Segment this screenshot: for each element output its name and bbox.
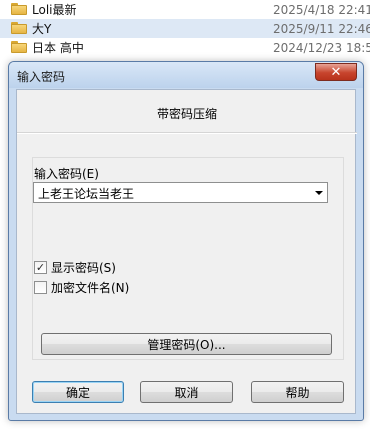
- folder-icon: [11, 3, 27, 15]
- help-button[interactable]: 帮助: [251, 381, 344, 403]
- file-date: 2025/4/18 22:41: [273, 2, 370, 17]
- dialog-heading: 带密码压缩: [156, 107, 217, 121]
- manage-passwords-button[interactable]: 管理密码(O)...: [41, 333, 332, 355]
- encrypt-filenames-option[interactable]: 加密文件名(N): [34, 279, 129, 296]
- file-name: 大Y: [32, 22, 52, 36]
- folder-icon: [11, 22, 27, 34]
- folder-icon: [11, 41, 27, 53]
- password-dialog: 输入密码 ✕ 带密码压缩 输入密码(E) 上老王论坛当老王 ✓ 显示密码(S) …: [8, 61, 364, 421]
- divider: [17, 132, 357, 134]
- encrypt-filenames-checkbox[interactable]: [34, 281, 47, 294]
- file-date: 2024/12/23 18:52: [273, 40, 370, 55]
- file-row-dy[interactable]: 大Y 2025/9/11 22:46: [0, 19, 370, 38]
- chevron-down-icon[interactable]: [315, 191, 323, 195]
- file-row-japan[interactable]: 日本 高中 2024/12/23 18:52: [0, 38, 370, 57]
- password-combobox[interactable]: 上老王论坛当老王: [33, 182, 328, 203]
- show-password-label: 显示密码(S): [51, 261, 116, 275]
- close-button[interactable]: ✕: [315, 63, 357, 81]
- show-password-option[interactable]: ✓ 显示密码(S): [34, 259, 116, 276]
- ok-button[interactable]: 确定: [32, 381, 124, 403]
- file-row-loli[interactable]: Loli最新 2025/4/18 22:41: [0, 0, 370, 19]
- password-input[interactable]: 上老王论坛当老王: [38, 185, 134, 202]
- encrypt-filenames-label: 加密文件名(N): [51, 281, 130, 295]
- file-name: Loli最新: [32, 3, 77, 17]
- dialog-client: 带密码压缩 输入密码(E) 上老王论坛当老王 ✓ 显示密码(S) 加密文件名(N…: [16, 89, 357, 414]
- dialog-title: 输入密码: [17, 70, 66, 84]
- checkmark-icon: ✓: [35, 261, 46, 274]
- close-icon: ✕: [330, 64, 342, 80]
- show-password-checkbox[interactable]: ✓: [34, 261, 47, 274]
- dialog-titlebar[interactable]: 输入密码 ✕: [9, 62, 363, 88]
- cancel-button[interactable]: 取消: [140, 381, 233, 403]
- password-label: 输入密码(E): [34, 167, 99, 181]
- file-name: 日本 高中: [32, 41, 84, 55]
- file-date: 2025/9/11 22:46: [273, 21, 370, 36]
